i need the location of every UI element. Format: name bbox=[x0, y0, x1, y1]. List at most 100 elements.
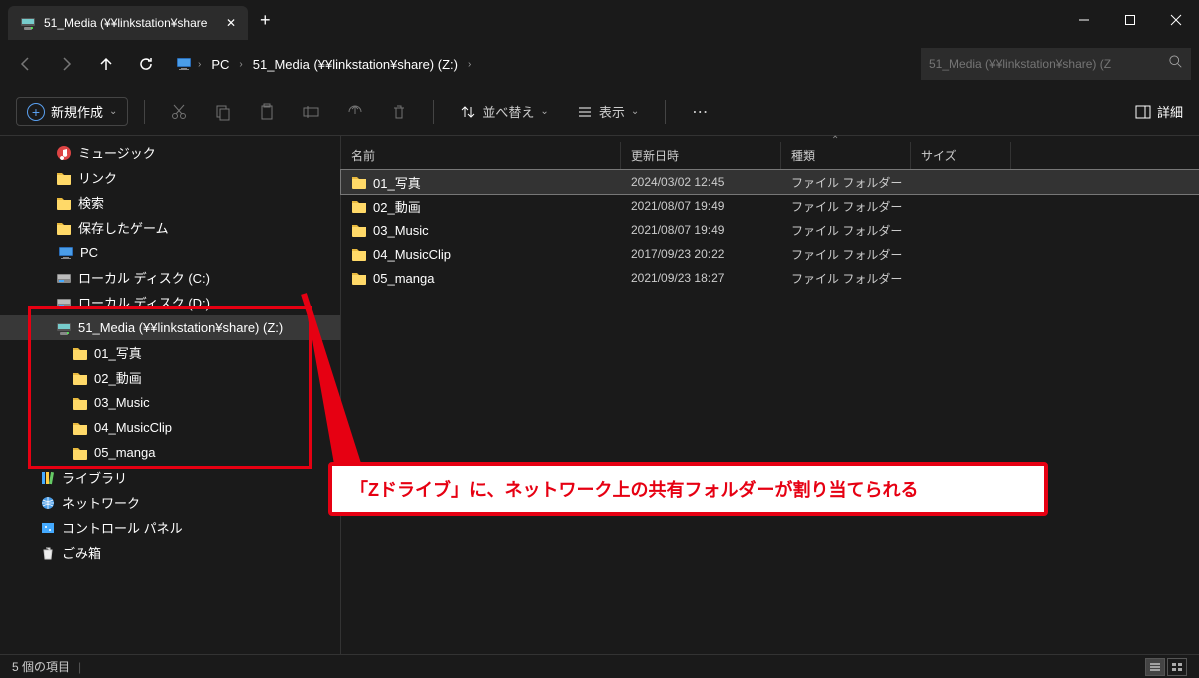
sidebar: ミュージック リンク 検索 保存したゲーム PC ローカル ディスク (C:) … bbox=[0, 136, 340, 654]
folder-icon bbox=[72, 345, 88, 361]
search-input[interactable] bbox=[929, 57, 1169, 71]
copy-button[interactable] bbox=[205, 94, 241, 130]
toolbar: + 新規作成 ⌄ 並べ替え ⌄ 表示 ⌄ ⋯ 詳細 bbox=[0, 88, 1199, 136]
file-date: 2017/09/23 20:22 bbox=[621, 247, 781, 261]
rename-button[interactable] bbox=[293, 94, 329, 130]
new-label: 新規作成 bbox=[51, 102, 103, 121]
sidebar-item-recycle[interactable]: ごみ箱 bbox=[0, 540, 340, 565]
chevron-down-icon: ⌄ bbox=[109, 106, 117, 117]
more-button[interactable]: ⋯ bbox=[682, 94, 718, 130]
sidebar-item-search[interactable]: 検索 bbox=[0, 190, 340, 215]
file-row[interactable]: 03_Music 2021/08/07 19:49 ファイル フォルダー bbox=[341, 218, 1199, 242]
pc-icon bbox=[58, 245, 74, 261]
sort-button[interactable]: 並べ替え ⌄ bbox=[450, 94, 558, 130]
file-type: ファイル フォルダー bbox=[781, 270, 911, 287]
disk-icon bbox=[56, 270, 72, 286]
minimize-button[interactable] bbox=[1061, 0, 1107, 40]
crumb-drive[interactable]: 51_Media (¥¥linkstation¥share) (Z:) bbox=[249, 55, 462, 74]
refresh-button[interactable] bbox=[128, 46, 164, 82]
breadcrumb[interactable]: › PC › 51_Media (¥¥linkstation¥share) (Z… bbox=[168, 48, 917, 80]
file-name: 05_manga bbox=[373, 271, 434, 286]
plus-icon: + bbox=[27, 103, 45, 121]
maximize-button[interactable] bbox=[1107, 0, 1153, 40]
delete-button[interactable] bbox=[381, 94, 417, 130]
sidebar-item-disk-d[interactable]: ローカル ディスク (D:) bbox=[0, 290, 340, 315]
titlebar: 51_Media (¥¥linkstation¥share ✕ + bbox=[0, 0, 1199, 40]
folder-icon bbox=[351, 198, 367, 214]
up-button[interactable] bbox=[88, 46, 124, 82]
view-details-button[interactable] bbox=[1145, 658, 1165, 676]
folder-icon bbox=[72, 395, 88, 411]
back-button[interactable] bbox=[8, 46, 44, 82]
file-name: 02_動画 bbox=[373, 197, 421, 216]
file-date: 2024/03/02 12:45 bbox=[621, 175, 781, 189]
chevron-right-icon: › bbox=[239, 59, 242, 70]
close-button[interactable] bbox=[1153, 0, 1199, 40]
column-size[interactable]: サイズ bbox=[911, 142, 1011, 169]
column-type[interactable]: 種類 bbox=[781, 142, 911, 169]
sidebar-item-sub3[interactable]: 04_MusicClip bbox=[0, 415, 340, 440]
browser-tab[interactable]: 51_Media (¥¥linkstation¥share ✕ bbox=[8, 6, 248, 40]
file-list: ⌃ 名前 更新日時 種類 サイズ 01_写真 2024/03/02 12:45 … bbox=[340, 136, 1199, 654]
column-header-row: 名前 更新日時 種類 サイズ bbox=[341, 142, 1199, 170]
cut-button[interactable] bbox=[161, 94, 197, 130]
close-tab-icon[interactable]: ✕ bbox=[226, 16, 236, 30]
sidebar-item-sub2[interactable]: 03_Music bbox=[0, 390, 340, 415]
folder-icon bbox=[351, 174, 367, 190]
crumb-pc[interactable]: PC bbox=[207, 55, 233, 74]
disk-icon bbox=[56, 295, 72, 311]
paste-button[interactable] bbox=[249, 94, 285, 130]
pc-icon bbox=[176, 56, 192, 72]
tab-title: 51_Media (¥¥linkstation¥share bbox=[44, 16, 218, 30]
sidebar-item-pc[interactable]: PC bbox=[0, 240, 340, 265]
sidebar-item-network[interactable]: ネットワーク bbox=[0, 490, 340, 515]
column-date[interactable]: 更新日時 bbox=[621, 142, 781, 169]
new-button[interactable]: + 新規作成 ⌄ bbox=[16, 97, 128, 126]
sidebar-item-disk-c[interactable]: ローカル ディスク (C:) bbox=[0, 265, 340, 290]
search-box[interactable] bbox=[921, 48, 1191, 80]
view-button[interactable]: 表示 ⌄ bbox=[567, 94, 649, 130]
music-icon bbox=[56, 145, 72, 161]
file-date: 2021/08/07 19:49 bbox=[621, 223, 781, 237]
library-icon bbox=[40, 470, 56, 486]
search-icon[interactable] bbox=[1169, 55, 1183, 74]
file-row[interactable]: 05_manga 2021/09/23 18:27 ファイル フォルダー bbox=[341, 266, 1199, 290]
file-name: 03_Music bbox=[373, 223, 429, 238]
netdrive-icon bbox=[20, 15, 36, 31]
status-text: 5 個の項目 bbox=[12, 658, 70, 675]
file-date: 2021/09/23 18:27 bbox=[621, 271, 781, 285]
sidebar-item-sub4[interactable]: 05_manga bbox=[0, 440, 340, 465]
folder-icon bbox=[351, 222, 367, 238]
sidebar-item-sub1[interactable]: 02_動画 bbox=[0, 365, 340, 390]
sidebar-item-library[interactable]: ライブラリ bbox=[0, 465, 340, 490]
sidebar-item-control-panel[interactable]: コントロール パネル bbox=[0, 515, 340, 540]
sidebar-item-netdrive[interactable]: 51_Media (¥¥linkstation¥share) (Z:) bbox=[0, 315, 340, 340]
file-name: 01_写真 bbox=[373, 173, 421, 192]
file-row[interactable]: 01_写真 2024/03/02 12:45 ファイル フォルダー bbox=[341, 170, 1199, 194]
forward-button[interactable] bbox=[48, 46, 84, 82]
file-type: ファイル フォルダー bbox=[781, 246, 911, 263]
new-tab-button[interactable]: + bbox=[248, 10, 283, 31]
sidebar-item-sub0[interactable]: 01_写真 bbox=[0, 340, 340, 365]
network-icon bbox=[40, 495, 56, 511]
folder-icon bbox=[56, 170, 72, 186]
file-row[interactable]: 02_動画 2021/08/07 19:49 ファイル フォルダー bbox=[341, 194, 1199, 218]
share-button[interactable] bbox=[337, 94, 373, 130]
navbar: › PC › 51_Media (¥¥linkstation¥share) (Z… bbox=[0, 40, 1199, 88]
folder-icon bbox=[56, 220, 72, 236]
file-row[interactable]: 04_MusicClip 2017/09/23 20:22 ファイル フォルダー bbox=[341, 242, 1199, 266]
control-panel-icon bbox=[40, 520, 56, 536]
netdrive-icon bbox=[56, 320, 72, 336]
view-icons-button[interactable] bbox=[1167, 658, 1187, 676]
folder-icon bbox=[56, 195, 72, 211]
chevron-right-icon: › bbox=[198, 59, 201, 70]
column-name[interactable]: 名前 bbox=[341, 142, 621, 169]
sidebar-item-link[interactable]: リンク bbox=[0, 165, 340, 190]
detail-pane-button[interactable]: 詳細 bbox=[1135, 102, 1183, 121]
folder-icon bbox=[351, 246, 367, 262]
sidebar-item-music[interactable]: ミュージック bbox=[0, 140, 340, 165]
chevron-right-icon: › bbox=[468, 59, 471, 70]
file-name: 04_MusicClip bbox=[373, 247, 451, 262]
file-date: 2021/08/07 19:49 bbox=[621, 199, 781, 213]
sidebar-item-saved-games[interactable]: 保存したゲーム bbox=[0, 215, 340, 240]
